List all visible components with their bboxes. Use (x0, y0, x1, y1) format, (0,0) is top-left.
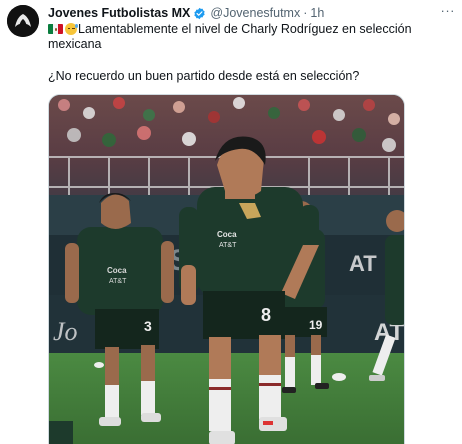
svg-text:19: 19 (309, 318, 323, 332)
more-options-icon[interactable]: ··· (441, 3, 456, 18)
mexico-flag-icon (48, 24, 63, 34)
tweet-header: Jovenes Futbolistas MX @Jovenesfutmx · 1… (48, 6, 436, 21)
svg-text:AT&T: AT&T (219, 242, 237, 249)
tweet-photo[interactable]: S AT Jo AT 19 (48, 94, 405, 444)
sweat-smile-emoji-icon (65, 23, 78, 35)
verified-badge-icon (194, 7, 206, 20)
header-separator: · (303, 6, 308, 20)
tweet-line-1: Lamentablemente el nivel de Charly Rodrí… (78, 22, 412, 36)
tweet-card[interactable]: Jovenes Futbolistas MX @Jovenesfutmx · 1… (0, 0, 462, 444)
club-logo-icon (7, 5, 39, 37)
svg-text:Coca: Coca (217, 230, 237, 239)
svg-text:Coca: Coca (107, 266, 127, 275)
svg-text:Jo: Jo (53, 317, 78, 346)
svg-text:AT: AT (349, 251, 377, 276)
author-handle[interactable]: @Jovenesfutmx (210, 6, 300, 21)
display-name[interactable]: Jovenes Futbolistas MX (48, 6, 190, 21)
avatar[interactable] (7, 5, 39, 37)
post-time[interactable]: 1h (310, 6, 324, 21)
svg-text:8: 8 (261, 305, 271, 325)
tweet-question: ¿No recuerdo un buen partido desde está … (48, 69, 360, 83)
tweet-text: Lamentablemente el nivel de Charly Rodrí… (48, 22, 444, 52)
svg-text:AT&T: AT&T (109, 278, 127, 285)
tweet-line-2: mexicana (48, 37, 102, 51)
svg-text:3: 3 (144, 318, 152, 334)
mexico-players-warming-up-photo: S AT Jo AT 19 (49, 95, 404, 444)
